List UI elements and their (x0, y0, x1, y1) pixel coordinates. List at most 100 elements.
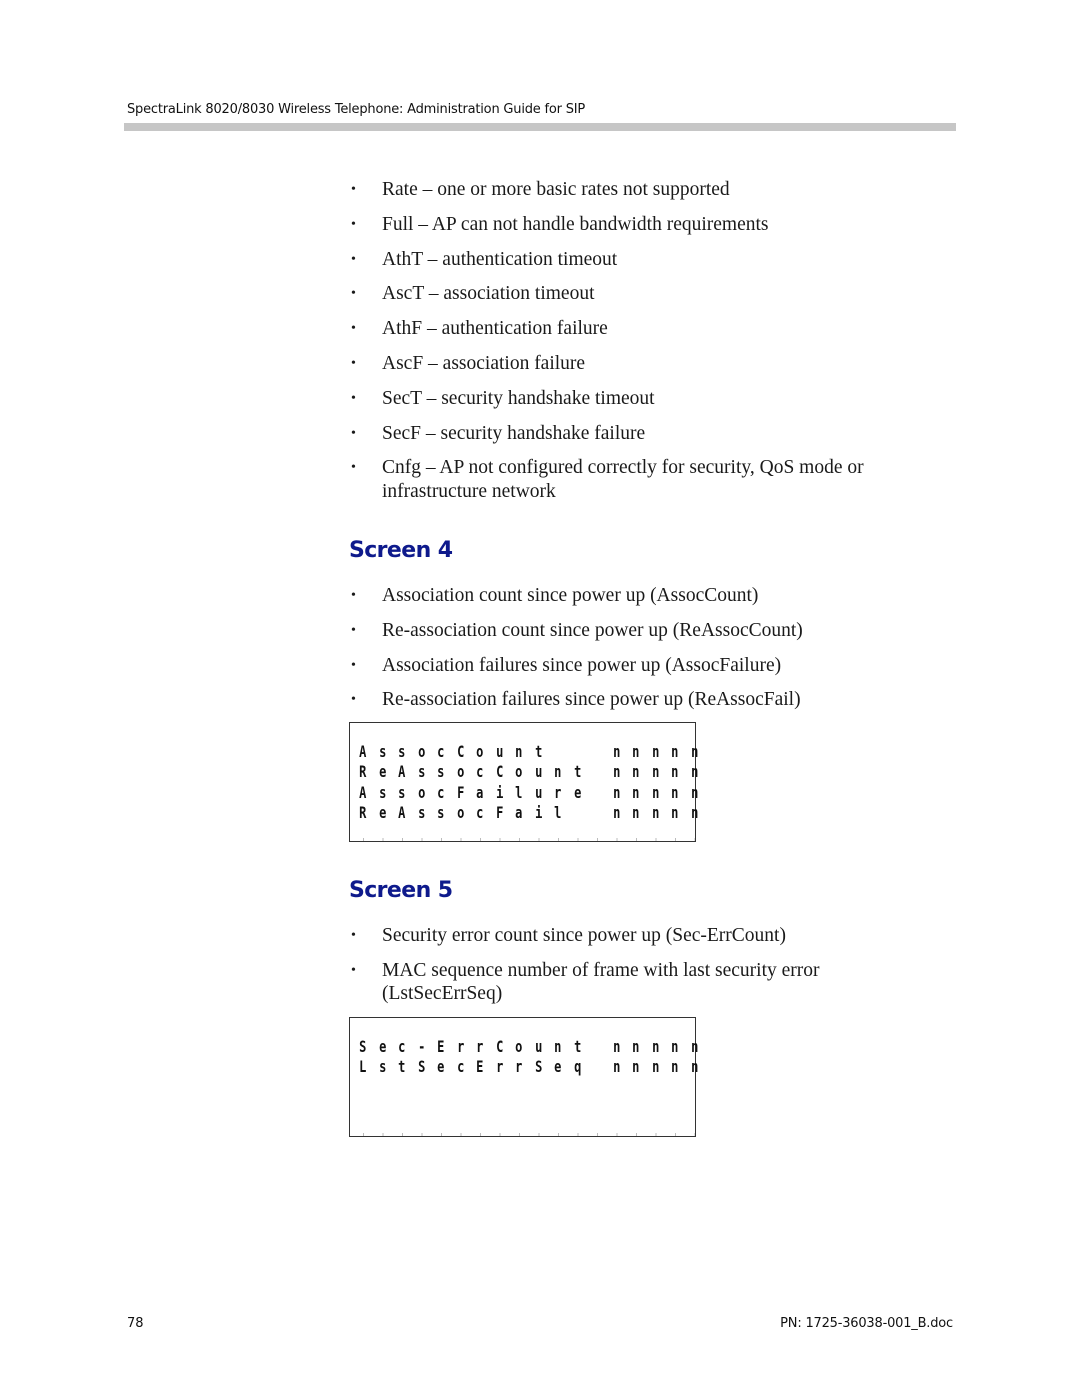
display-label-char: l (515, 782, 523, 802)
screen4-heading: Screen 4 (349, 538, 453, 563)
display-label-char: i (534, 803, 542, 823)
display-row: ReAssocFail nnnnn (353, 803, 704, 824)
display-label-char: o (417, 782, 425, 802)
display-row: ReAssocCount nnnnn (353, 762, 704, 783)
display-label-char: r (476, 1036, 484, 1056)
display-label-char: L (359, 1057, 367, 1077)
reason-code-text: AthT – authentication timeout (382, 248, 618, 270)
reason-code-item: • SecF – security handshake failure (349, 422, 929, 446)
reason-code-text: AscF – association failure (382, 352, 586, 374)
display-label-char: s (417, 803, 425, 823)
bullet-icon: • (351, 928, 356, 943)
screen5-heading: Screen 5 (349, 878, 453, 903)
reason-code-text: AthF – authentication failure (382, 318, 608, 340)
reason-code-item: • AthF – authentication failure (349, 317, 929, 341)
display-label-char: F (495, 803, 503, 823)
display-value-char: n (690, 762, 698, 782)
display-value-char: n (612, 741, 620, 761)
display-label-char: e (378, 803, 386, 823)
reason-code-item: • AthT – authentication timeout (349, 248, 929, 272)
display-label-char: c (456, 1057, 464, 1077)
display-label-char: E (437, 1036, 445, 1056)
reason-code-item: • Full – AP can not handle bandwidth requ… (349, 213, 929, 237)
display-value-char: n (651, 1036, 659, 1056)
screen4-bullet-item: • Association failures since power up (As… (349, 654, 929, 678)
display-label-char: u (534, 782, 542, 802)
display-value-char: n (690, 741, 698, 761)
display-label-char: l (554, 803, 562, 823)
reason-code-text: SecF – security handshake failure (382, 422, 646, 444)
display-row: Sec-ErrCount nnnnn (353, 1036, 704, 1057)
display-value-char: n (612, 803, 620, 823)
display-label-char: e (378, 762, 386, 782)
display-label-char: u (534, 762, 542, 782)
display-label-char: r (515, 1057, 523, 1077)
part-number: PN: 1725-36038-001_B.doc (780, 1316, 953, 1331)
display-label-char: n (515, 741, 523, 761)
reason-code-text: Rate – one or more basic rates not suppo… (382, 179, 730, 200)
display-label-char (589, 762, 604, 781)
bullet-icon: • (351, 460, 356, 476)
display-label-char: t (573, 762, 581, 782)
display-label-char: i (495, 782, 503, 802)
screen4-bullet-list: • Association count since power up (Assoc… (349, 584, 929, 712)
display-row: AssocCount nnnnn (353, 741, 704, 762)
reason-code-text: SecT – security handshake timeout (382, 387, 655, 409)
bullet-icon: • (351, 182, 356, 197)
bullet-icon: • (351, 692, 356, 708)
display-label-char: t (573, 1036, 581, 1056)
display-label-char: s (378, 1057, 386, 1077)
display-label-char: A (398, 762, 406, 782)
reason-code-text: Cnfg – AP not configured correctly for s… (382, 457, 864, 502)
display-label-char: r (495, 1057, 503, 1077)
display-value-char: n (612, 1036, 620, 1056)
screen4-bullet-item: • Association count since power up (Assoc… (349, 584, 929, 608)
intro-section: • Rate – one or more basic rates not supp… (349, 178, 929, 515)
screen5-bullet-list: • Security error count since power up (Se… (349, 924, 929, 1006)
bullet-icon: • (351, 216, 356, 232)
screen5-bullet-item: • Security error count since power up (Se… (349, 924, 929, 948)
display-label-char: C (456, 741, 464, 761)
running-header: SpectraLink 8020/8030 Wireless Telephone… (127, 102, 586, 117)
display-value-char: n (671, 803, 679, 823)
display-label-char: A (398, 803, 406, 823)
reason-code-item: • Cnfg – AP not configured correctly for … (349, 456, 929, 503)
display-label-char: t (534, 741, 542, 761)
bullet-icon: • (351, 425, 356, 441)
display-value-char: n (651, 762, 659, 782)
reason-code-item: • AscF – association failure (349, 352, 929, 376)
screen5-section: Screen 5 • Security error count since pow… (349, 878, 929, 1017)
bullet-icon: • (351, 390, 356, 406)
display-label-char: - (417, 1036, 425, 1056)
display-label-char (570, 742, 585, 761)
display-value-char: n (632, 762, 640, 782)
display-label-char: n (554, 762, 562, 782)
screen5-bullet-item: • MAC sequence number of frame with last … (349, 959, 929, 1006)
display-label-char: u (534, 1036, 542, 1056)
display-label-char: A (359, 741, 367, 761)
display-value-char: n (671, 741, 679, 761)
display-label-char: c (398, 1036, 406, 1056)
display-label-char: u (495, 741, 503, 761)
display-row: AssocFailure nnnnn (353, 782, 704, 803)
display-label-char: o (456, 762, 464, 782)
display-label-char: R (359, 762, 367, 782)
display-value-char: n (651, 803, 659, 823)
header-rule (124, 123, 956, 131)
screen5-bullet-text: MAC sequence number of frame with last s… (382, 959, 820, 1005)
screen4-bullet-text: Re-association count since power up (ReA… (382, 619, 803, 641)
display-label-char: e (573, 782, 581, 802)
display-label-char: S (417, 1057, 425, 1077)
display-row: LstSecErrSeq nnnnn (353, 1057, 704, 1078)
bullet-icon: • (351, 355, 356, 371)
display-label-char: o (515, 762, 523, 782)
reason-code-item: • SecT – security handshake timeout (349, 387, 929, 411)
display-label-char (589, 803, 604, 822)
reason-code-item: • Rate – one or more basic rates not supp… (349, 178, 929, 202)
reason-code-list: • Rate – one or more basic rates not supp… (349, 178, 929, 503)
bullet-icon: • (351, 588, 356, 603)
display-label-char: c (437, 782, 445, 802)
display-value-char: n (632, 741, 640, 761)
display-label-char: q (573, 1057, 581, 1077)
display-value-char: n (612, 762, 620, 782)
